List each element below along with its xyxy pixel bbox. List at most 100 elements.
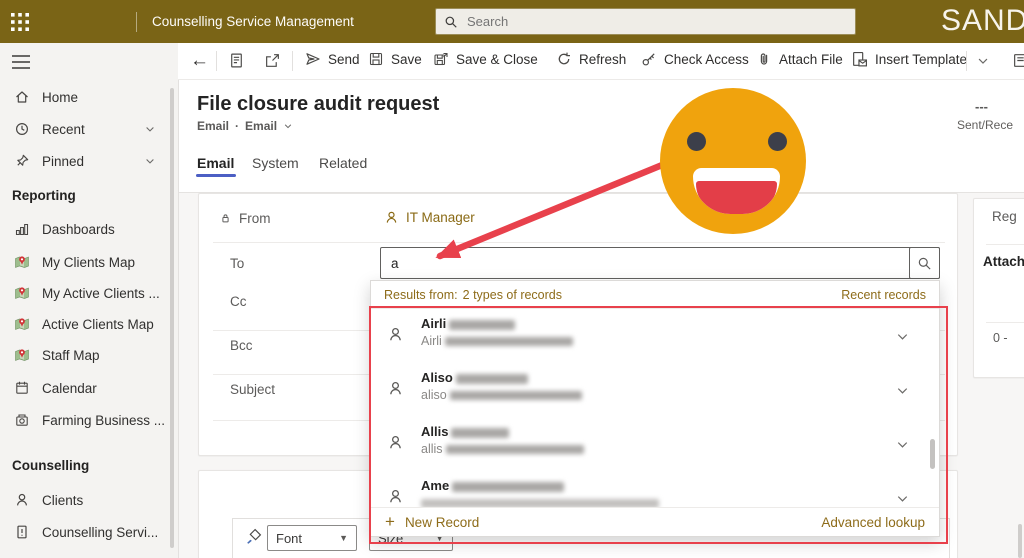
- person-icon: [14, 492, 30, 508]
- smiley-emoji-annotation: [660, 88, 806, 234]
- sidebar-item-recent[interactable]: Recent: [0, 117, 178, 141]
- check-access-button[interactable]: Check Access: [641, 51, 749, 67]
- new-record-button[interactable]: New Record: [405, 515, 479, 530]
- sidebar-item-my-clients-map[interactable]: My Clients Map: [0, 250, 178, 274]
- sidebar-item-home[interactable]: Home: [0, 85, 178, 109]
- field-divider: [986, 244, 1024, 245]
- search-icon: [444, 15, 458, 29]
- save-and-close-button[interactable]: Save & Close: [433, 51, 538, 67]
- paperclip-icon: [756, 51, 772, 67]
- lookup-search-button[interactable]: [909, 247, 940, 279]
- lookup-result-row[interactable]: Airli Airli: [371, 309, 939, 363]
- results-from-value[interactable]: 2 types of records: [463, 288, 562, 302]
- person-icon: [387, 380, 404, 397]
- chevron-down-icon[interactable]: [895, 329, 910, 344]
- recent-records-link[interactable]: Recent records: [841, 288, 926, 302]
- refresh-icon: [556, 51, 572, 67]
- caret-down-icon: ▼: [339, 533, 348, 543]
- tab-email[interactable]: Email: [197, 155, 234, 171]
- send-icon: [305, 51, 321, 67]
- person-icon: [387, 434, 404, 451]
- subject-field-label: Subject: [230, 382, 276, 397]
- chevron-down-icon[interactable]: [144, 155, 156, 167]
- tab-related[interactable]: Related: [319, 155, 367, 171]
- to-lookup-input[interactable]: [380, 247, 940, 279]
- insert-template-button[interactable]: Insert Template: [851, 51, 967, 68]
- send-button[interactable]: Send: [305, 51, 360, 67]
- sidebar-item-counselling-services[interactable]: Counselling Servi...: [0, 520, 178, 544]
- contact-email: Airli: [421, 334, 442, 348]
- from-field-label: From: [219, 211, 271, 226]
- app-launcher-icon[interactable]: [11, 13, 29, 31]
- map-pin-icon: [14, 316, 30, 332]
- header-status-label: Sent/Rece: [957, 118, 1014, 132]
- global-search-box[interactable]: [435, 8, 856, 35]
- sidebar-item-clients[interactable]: Clients: [0, 488, 178, 512]
- lookup-footer: + New Record Advanced lookup: [371, 507, 939, 536]
- sidebar-item-calendar[interactable]: Calendar: [0, 376, 178, 400]
- back-button[interactable]: ←: [190, 50, 209, 72]
- clipped-command-icon[interactable]: [1012, 52, 1024, 69]
- lookup-result-row[interactable]: Aliso aliso: [371, 363, 939, 417]
- side-panel-card: Reg Attachm 0 -: [973, 198, 1024, 378]
- format-painter-icon[interactable]: [245, 528, 262, 545]
- commandbar-divider: [216, 51, 217, 71]
- emoji-tongue: [696, 181, 777, 214]
- map-pin-icon: [14, 254, 30, 270]
- map-pin-icon: [14, 285, 30, 301]
- tab-system[interactable]: System: [252, 155, 299, 171]
- pin-icon: [14, 153, 30, 169]
- site-map-sidebar: Home Recent Pinned Reporting Dashboards …: [0, 43, 179, 558]
- attach-file-button[interactable]: Attach File: [756, 51, 843, 67]
- sidebar-item-active-clients-map[interactable]: Active Clients Map: [0, 312, 178, 336]
- lookup-result-row[interactable]: Allis allis: [371, 417, 939, 471]
- hamburger-menu-icon[interactable]: [12, 55, 30, 69]
- key-icon: [641, 51, 657, 67]
- sidebar-item-my-active-clients[interactable]: My Active Clients ...: [0, 281, 178, 305]
- chevron-down-icon[interactable]: [144, 123, 156, 135]
- advanced-lookup-link[interactable]: Advanced lookup: [821, 515, 925, 530]
- lookup-result-row[interactable]: Ame: [371, 471, 939, 509]
- flyout-scrollbar[interactable]: [930, 439, 935, 469]
- refresh-button[interactable]: Refresh: [556, 51, 626, 67]
- app-name[interactable]: Counselling Service Management: [152, 14, 354, 29]
- search-input[interactable]: [465, 13, 847, 30]
- redacted-name: [455, 373, 528, 384]
- more-commands-chevron[interactable]: [976, 54, 990, 68]
- font-family-dropdown[interactable]: Font ▼: [267, 525, 357, 551]
- main-scrollbar[interactable]: [1018, 524, 1022, 558]
- top-navigation-bar: Counselling Service Management SAND: [0, 0, 1024, 43]
- dashboard-icon: [14, 221, 30, 237]
- contact-email: allis: [421, 442, 443, 456]
- contact-name: Aliso: [421, 370, 453, 385]
- person-icon: [387, 488, 404, 505]
- chevron-down-icon[interactable]: [895, 383, 910, 398]
- chevron-down-icon[interactable]: [283, 121, 293, 131]
- app-window: Counselling Service Management SAND ←: [0, 0, 1024, 558]
- sidebar-scrollbar[interactable]: [170, 88, 174, 548]
- plus-icon: +: [385, 512, 395, 531]
- clock-icon: [14, 121, 30, 137]
- sidebar-item-staff-map[interactable]: Staff Map: [0, 343, 178, 367]
- chevron-down-icon[interactable]: [895, 491, 910, 506]
- redacted-email: [449, 391, 582, 401]
- save-button[interactable]: Save: [368, 51, 422, 67]
- form-selector[interactable]: Email: [245, 119, 277, 133]
- to-field-label: To: [230, 256, 245, 271]
- sidebar-item-pinned[interactable]: Pinned: [0, 149, 178, 173]
- popout-icon[interactable]: [264, 52, 281, 69]
- form-document-icon[interactable]: [228, 52, 245, 69]
- sidebar-section-reporting: Reporting: [12, 187, 76, 203]
- sidebar-item-farming-business[interactable]: Farming Business ...: [0, 408, 178, 432]
- entity-type-label: Email: [197, 119, 230, 133]
- chevron-down-icon[interactable]: [895, 437, 910, 452]
- home-icon: [14, 89, 30, 105]
- from-field-value[interactable]: IT Manager: [384, 210, 475, 225]
- person-icon: [387, 326, 404, 343]
- environment-banner: SAND: [941, 4, 1024, 37]
- header-status-value: ---: [975, 99, 988, 114]
- contact-email: aliso: [421, 388, 447, 402]
- redacted-name: [452, 481, 565, 492]
- sidebar-item-dashboards[interactable]: Dashboards: [0, 217, 178, 241]
- record-subtitle: Email · Email: [197, 119, 293, 133]
